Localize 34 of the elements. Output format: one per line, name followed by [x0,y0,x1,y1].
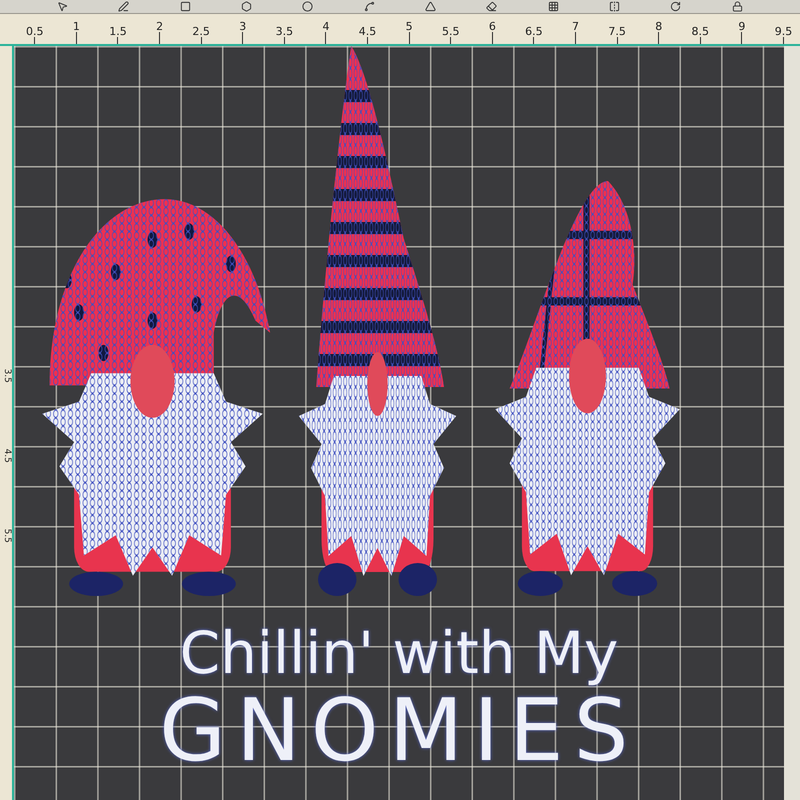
square-icon[interactable] [180,1,191,12]
ruler-label: 5.5 [0,528,13,544]
rotate-icon[interactable] [670,1,682,12]
ruler-label: 4.5 [0,448,13,464]
ruler-label: 1 [72,21,80,32]
ruler-label: 0.5 [26,26,44,37]
pen-icon[interactable] [118,1,130,12]
curve-icon[interactable] [364,1,375,12]
ruler-label: 4.5 [358,26,376,37]
ruler-label: 2.5 [192,26,210,37]
ruler-label: 6.5 [525,26,543,37]
ruler-label: 4 [322,21,330,32]
eraser-icon[interactable] [486,1,498,12]
circle-icon[interactable] [302,1,314,12]
ruler-label: 3.5 [0,368,13,384]
pointer-icon[interactable] [57,1,68,12]
ruler-label: 3 [239,21,246,32]
grid-icon[interactable] [548,1,559,12]
ruler-label: 1.5 [109,26,127,37]
ruler-label: 6 [488,21,496,32]
ruler-label: 7.5 [608,26,626,37]
ruler-label: 3.5 [276,26,294,37]
ruler-label: 5 [406,21,413,32]
ruler-label: 2 [156,21,164,32]
ruler-label: 9.5 [774,26,792,37]
ruler-label: 8 [655,21,662,32]
ruler-label: 5.5 [442,26,460,37]
lock-icon[interactable] [732,1,743,12]
ruler-label: 8.5 [692,26,710,37]
triangle-icon[interactable] [425,1,436,12]
ruler-label: 7 [572,21,580,32]
ruler-label: 9 [738,21,746,32]
hexagon-icon[interactable] [241,1,252,12]
mirror-icon[interactable] [609,1,620,12]
